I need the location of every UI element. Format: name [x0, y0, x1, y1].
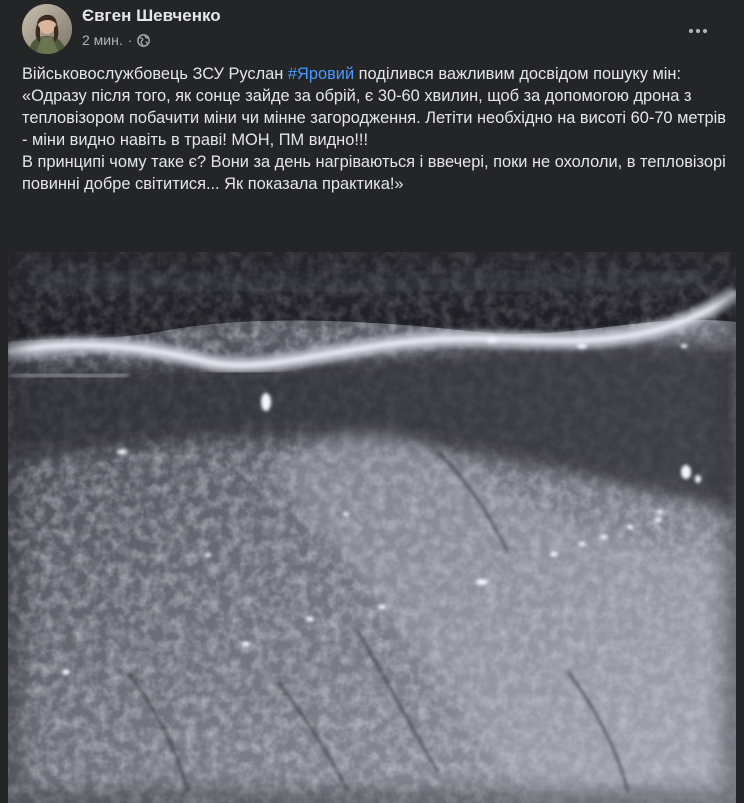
author-avatar[interactable]	[22, 4, 72, 54]
more-options-button[interactable]	[680, 13, 716, 49]
thermal-drone-image	[8, 252, 736, 803]
more-horizontal-icon	[688, 28, 708, 34]
post-text: Військовослужбовець ЗСУ Руслан #Яровий п…	[22, 63, 726, 195]
post-photo[interactable]	[8, 252, 736, 803]
hashtag-link[interactable]: #Яровий	[288, 65, 354, 83]
post-timestamp[interactable]: 2 мин.	[82, 32, 123, 48]
globe-icon[interactable]	[137, 33, 151, 47]
avatar-image	[22, 4, 72, 54]
post-intro: Військовослужбовець ЗСУ Руслан #Яровий п…	[22, 63, 726, 85]
intro-text-before: Військовослужбовець ЗСУ Руслан	[22, 65, 288, 83]
post-meta: 2 мин. ·	[82, 32, 151, 48]
author-name[interactable]: Євген Шевченко	[82, 6, 221, 26]
post-header: Євген Шевченко 2 мин. ·	[0, 0, 744, 58]
intro-text-after: поділився важливим досвідом пошуку мін:	[354, 65, 682, 83]
facebook-post: Євген Шевченко 2 мин. · Військовослужбов…	[0, 0, 744, 803]
post-quote: «Одразу після того, як сонце зайде за об…	[22, 87, 726, 149]
meta-separator: ·	[127, 32, 133, 48]
post-closing: В принципі чому таке є? Вони за день наг…	[22, 153, 726, 193]
